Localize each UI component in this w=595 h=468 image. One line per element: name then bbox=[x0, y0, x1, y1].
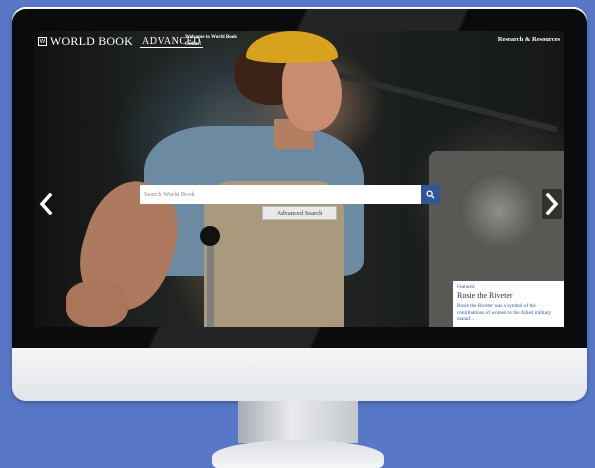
welcome-message: Welcome to World Book Online! bbox=[185, 35, 237, 47]
logo-mark-icon: W bbox=[38, 37, 47, 46]
search-icon bbox=[426, 190, 435, 199]
hero-image-hand bbox=[66, 281, 128, 327]
screen: W WORLD BOOK ADVANCED Welcome to World B… bbox=[34, 31, 564, 327]
research-resources-link[interactable]: Research & Resources bbox=[498, 36, 560, 43]
monitor-stand-base bbox=[212, 440, 384, 468]
chevron-right-icon bbox=[545, 193, 559, 215]
site-header: W WORLD BOOK ADVANCED Welcome to World B… bbox=[34, 31, 564, 55]
advanced-search-button[interactable]: Advanced Search bbox=[262, 206, 337, 220]
search-input[interactable] bbox=[140, 185, 421, 204]
chevron-left-icon bbox=[39, 193, 53, 215]
hero-image-knob bbox=[200, 226, 220, 246]
carousel-next-button[interactable] bbox=[542, 189, 562, 219]
monitor-chin bbox=[12, 348, 587, 401]
search-button[interactable] bbox=[421, 185, 440, 204]
search-bar bbox=[140, 185, 440, 204]
logo-text: WORLD BOOK bbox=[50, 34, 133, 48]
hero-image-wheel bbox=[459, 171, 539, 251]
monitor-stand-neck bbox=[238, 401, 358, 443]
world-book-logo[interactable]: W WORLD BOOK ADVANCED bbox=[38, 34, 203, 49]
featured-title[interactable]: Rosie the Riveter bbox=[457, 291, 560, 301]
featured-card[interactable]: Featured Rosie the Riveter Rosie the Riv… bbox=[453, 281, 564, 327]
carousel-prev-button[interactable] bbox=[36, 189, 56, 219]
featured-description: Rosie the Riveter was a symbol of the co… bbox=[457, 303, 552, 322]
